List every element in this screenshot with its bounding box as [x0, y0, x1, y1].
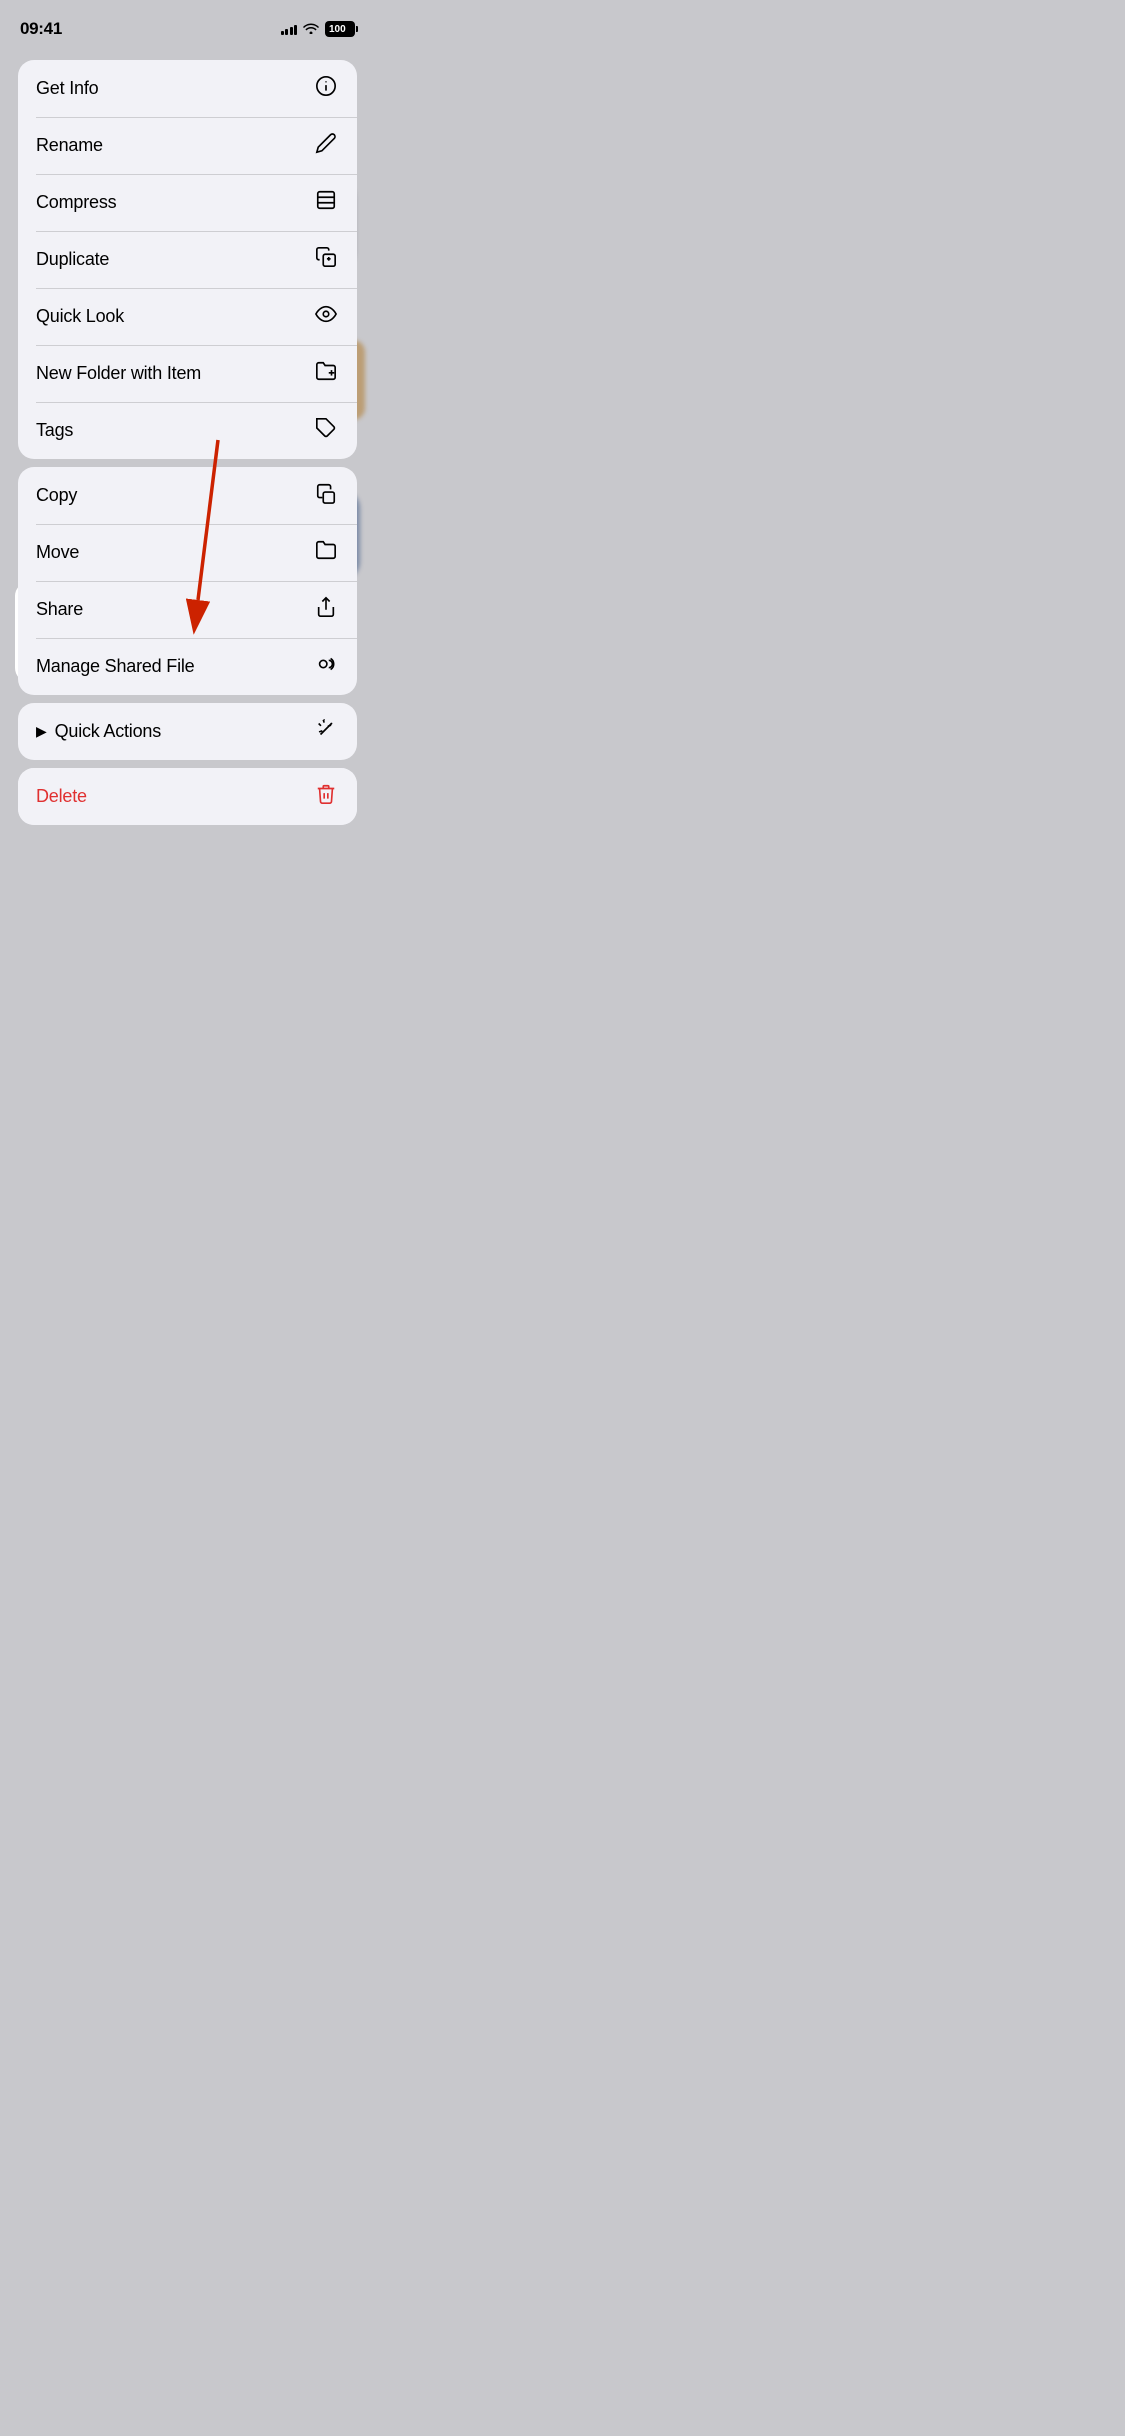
copy-icon	[313, 482, 339, 510]
menu-item-manage-shared-file[interactable]: Manage Shared File	[18, 638, 357, 695]
menu-section-quick-actions: ▶ Quick Actions	[18, 703, 357, 760]
trash-icon	[313, 783, 339, 811]
move-label: Move	[36, 542, 79, 563]
quick-actions-label: ▶ Quick Actions	[36, 721, 161, 742]
menu-section-top: Get Info Rename Compress	[18, 60, 357, 459]
pencil-icon	[313, 132, 339, 160]
menu-item-get-info[interactable]: Get Info	[18, 60, 357, 117]
shared-file-icon	[313, 653, 339, 681]
menu-item-move[interactable]: Move	[18, 524, 357, 581]
duplicate-icon	[313, 246, 339, 274]
menu-item-compress[interactable]: Compress	[18, 174, 357, 231]
menu-item-delete[interactable]: Delete	[18, 768, 357, 825]
menu-section-mid: Copy Move Share	[18, 467, 357, 695]
new-folder-with-item-label: New Folder with Item	[36, 363, 201, 384]
status-icons: 100	[281, 21, 356, 37]
menu-item-share[interactable]: Share	[18, 581, 357, 638]
menu-item-duplicate[interactable]: Duplicate	[18, 231, 357, 288]
duplicate-label: Duplicate	[36, 249, 109, 270]
tag-icon	[313, 417, 339, 445]
menu-item-quick-actions[interactable]: ▶ Quick Actions	[18, 703, 357, 760]
folder-icon	[313, 539, 339, 567]
wifi-icon	[303, 22, 319, 37]
status-bar: 09:41 100	[0, 0, 375, 44]
signal-icon	[281, 23, 298, 35]
manage-shared-file-label: Manage Shared File	[36, 656, 195, 677]
compress-label: Compress	[36, 192, 116, 213]
share-label: Share	[36, 599, 83, 620]
status-time: 09:41	[20, 19, 62, 39]
battery-level: 100	[329, 24, 346, 35]
menu-item-quick-look[interactable]: Quick Look	[18, 288, 357, 345]
menu-item-tags[interactable]: Tags	[18, 402, 357, 459]
rename-label: Rename	[36, 135, 103, 156]
menu-item-new-folder-with-item[interactable]: New Folder with Item	[18, 345, 357, 402]
battery-icon: 100	[325, 21, 355, 37]
copy-label: Copy	[36, 485, 77, 506]
magic-wand-icon	[313, 718, 339, 746]
get-info-label: Get Info	[36, 78, 98, 99]
menu-item-copy[interactable]: Copy	[18, 467, 357, 524]
eye-icon	[313, 303, 339, 331]
menu-section-delete: Delete	[18, 768, 357, 825]
quick-look-label: Quick Look	[36, 306, 124, 327]
new-folder-icon	[313, 360, 339, 388]
share-icon	[313, 596, 339, 624]
delete-label: Delete	[36, 786, 87, 807]
menu-item-rename[interactable]: Rename	[18, 117, 357, 174]
context-menu: Get Info Rename Compress	[18, 60, 357, 825]
chevron-right-icon: ▶	[36, 723, 47, 740]
tags-label: Tags	[36, 420, 73, 441]
compress-icon	[313, 189, 339, 217]
info-icon	[313, 75, 339, 103]
